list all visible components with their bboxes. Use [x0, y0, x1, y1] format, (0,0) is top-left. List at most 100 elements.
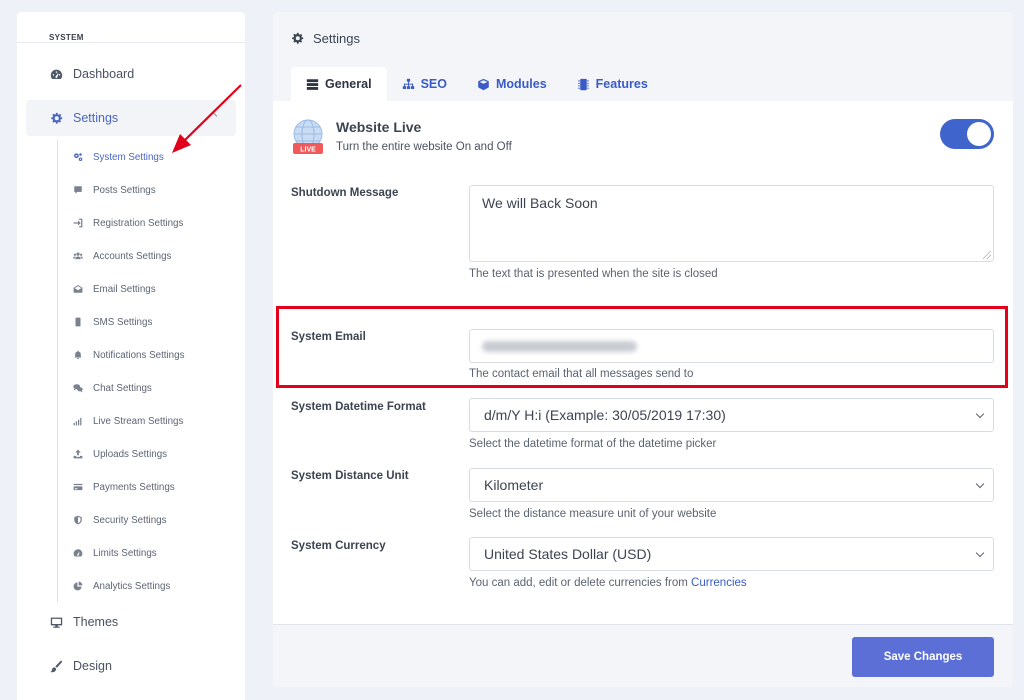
currency-value: United States Dollar (USD) [484, 546, 652, 562]
sign-in-icon [73, 218, 83, 228]
submenu-item-label: System Settings [93, 151, 164, 163]
submenu-item-label: Registration Settings [93, 217, 184, 229]
server-icon [306, 78, 319, 91]
datetime-format-select[interactable]: d/m/Y H:i (Example: 30/05/2019 17:30) [469, 398, 994, 432]
submenu-item-system-settings[interactable]: System Settings [73, 148, 164, 166]
sitemap-icon [402, 78, 415, 91]
distance-unit-label: System Distance Unit [291, 470, 409, 482]
envelope-icon [73, 284, 83, 294]
submenu-item-label: Chat Settings [93, 382, 152, 394]
distance-unit-select[interactable]: Kilometer [469, 468, 994, 502]
submenu-item-limits-settings[interactable]: Limits Settings [73, 544, 157, 562]
comment-icon [73, 185, 83, 195]
submenu-item-uploads-settings[interactable]: Uploads Settings [73, 445, 167, 463]
resize-grip-icon[interactable] [983, 251, 991, 259]
microchip-icon [577, 78, 590, 91]
gear-icon [50, 112, 63, 125]
tab-modules[interactable]: Modules [462, 67, 562, 101]
page-title: Settings [313, 31, 360, 46]
chevron-up-icon [208, 111, 218, 121]
submenu-item-label: Uploads Settings [93, 448, 168, 460]
settings-submenu: System Settings Posts Settings Registrat… [57, 140, 237, 602]
distance-unit-help: Select the distance measure unit of your… [469, 508, 717, 520]
shutdown-message-help: The text that is presented when the site… [469, 268, 718, 280]
website-live-description: Turn the entire website On and Off [336, 141, 512, 153]
cube-icon [477, 78, 490, 91]
sidebar-item-themes[interactable]: Themes [17, 604, 245, 640]
dashboard-icon [50, 68, 63, 81]
submenu-item-security-settings[interactable]: Security Settings [73, 511, 167, 529]
submenu-item-label: Accounts Settings [93, 250, 172, 262]
currency-help: You can add, edit or delete currencies f… [469, 577, 747, 589]
monitor-icon [50, 616, 63, 629]
sidebar-item-label: Themes [73, 615, 119, 629]
chevron-down-icon [975, 409, 985, 419]
chevron-down-icon [975, 548, 985, 558]
panel-header: Settings [291, 31, 360, 46]
tab-label: Features [595, 77, 648, 91]
shutdown-message-label: Shutdown Message [291, 187, 399, 199]
users-icon [73, 251, 83, 261]
bell-icon [73, 350, 83, 360]
live-globe-icon: LIVE [293, 119, 323, 154]
live-badge: LIVE [300, 147, 316, 154]
toggle-knob [967, 122, 991, 146]
submenu-item-sms-settings[interactable]: SMS Settings [73, 313, 152, 331]
website-live-title: Website Live [336, 119, 422, 135]
submenu-item-email-settings[interactable]: Email Settings [73, 280, 156, 298]
distance-unit-value: Kilometer [484, 477, 544, 493]
tab-label: SEO [420, 77, 447, 91]
shutdown-message-value: We will Back Soon [482, 195, 598, 211]
submenu-item-label: Analytics Settings [93, 580, 171, 592]
currencies-link[interactable]: Currencies [691, 577, 747, 589]
tab-label: Modules [495, 77, 547, 91]
credit-card-icon [73, 482, 83, 492]
system-email-highlight-box [276, 306, 1008, 388]
mobile-icon [73, 317, 83, 327]
upload-icon [73, 449, 83, 459]
shield-icon [73, 515, 83, 525]
datetime-format-help: Select the datetime format of the dateti… [469, 438, 717, 450]
sidebar-divider [17, 42, 245, 43]
shutdown-message-textarea[interactable]: We will Back Soon [469, 185, 994, 262]
currency-select[interactable]: United States Dollar (USD) [469, 537, 994, 571]
submenu-item-payments-settings[interactable]: Payments Settings [73, 478, 175, 496]
sidebar-item-dashboard[interactable]: Dashboard [17, 56, 245, 92]
submenu-item-chat-settings[interactable]: Chat Settings [73, 379, 152, 397]
comments-icon [73, 383, 83, 393]
sidebar-item-design[interactable]: Design [17, 648, 245, 684]
submenu-item-label: Limits Settings [93, 547, 157, 559]
sidebar: SYSTEM Dashboard Settings System Setting… [17, 12, 245, 700]
save-changes-button[interactable]: Save Changes [852, 637, 994, 677]
signal-icon [73, 416, 83, 426]
submenu-item-label: Payments Settings [93, 481, 175, 493]
tab-general[interactable]: General [291, 67, 387, 101]
submenu-item-label: Live Stream Settings [93, 415, 184, 427]
datetime-format-value: d/m/Y H:i (Example: 30/05/2019 17:30) [484, 407, 726, 423]
submenu-item-label: Email Settings [93, 283, 156, 295]
sidebar-section-label: SYSTEM [49, 33, 84, 42]
submenu-item-notifications-settings[interactable]: Notifications Settings [73, 346, 184, 364]
submenu-item-label: Notifications Settings [93, 349, 185, 361]
tab-seo[interactable]: SEO [387, 67, 462, 101]
sidebar-item-label: Design [73, 659, 112, 673]
submenu-item-live-stream-settings[interactable]: Live Stream Settings [73, 412, 183, 430]
submenu-item-label: SMS Settings [93, 316, 153, 328]
submenu-item-registration-settings[interactable]: Registration Settings [73, 214, 183, 232]
submenu-item-label: Security Settings [93, 514, 167, 526]
currency-label: System Currency [291, 540, 386, 552]
gauge-icon [73, 548, 83, 558]
submenu-item-accounts-settings[interactable]: Accounts Settings [73, 247, 171, 265]
website-live-toggle[interactable] [940, 119, 994, 149]
submenu-item-posts-settings[interactable]: Posts Settings [73, 181, 156, 199]
panel-footer: Save Changes [273, 625, 1013, 687]
cogs-icon [73, 152, 83, 162]
tab-features[interactable]: Features [562, 67, 663, 101]
chevron-down-icon [975, 479, 985, 489]
pie-chart-icon [73, 581, 83, 591]
sidebar-item-settings[interactable]: Settings [26, 100, 236, 136]
brush-icon [50, 660, 63, 673]
submenu-item-analytics-settings[interactable]: Analytics Settings [73, 577, 170, 595]
currency-help-text: You can add, edit or delete currencies f… [469, 577, 688, 589]
datetime-format-label: System Datetime Format [291, 401, 426, 413]
